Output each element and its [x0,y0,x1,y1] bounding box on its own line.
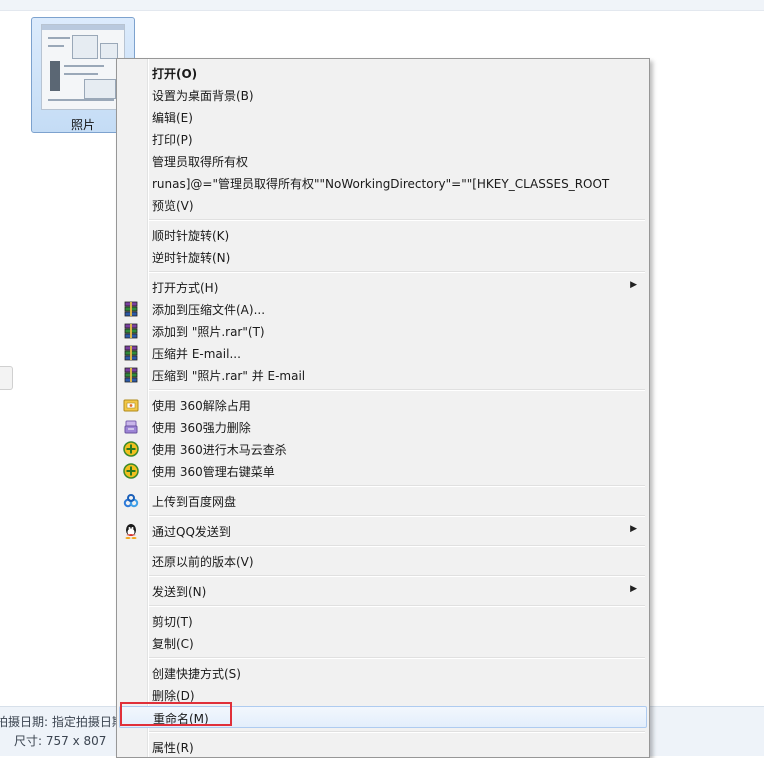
menu-item-entry[interactable]: 打开方式(H) ▶ [119,276,647,298]
submenu-arrow-icon: ▶ [630,524,637,534]
menu-item-rar-e-mail[interactable]: 压缩到 "照片.rar" 并 E-mail [119,364,647,386]
menu-item-label: 剪切(T) [152,615,193,629]
taken-date-field: 拍摄日期: 指定拍摄日期 [0,715,124,729]
menu-item-label: 打开(O) [152,67,198,81]
menu-separator [149,575,645,577]
menu-item-label: 管理员取得所有权 [152,155,249,169]
menu-item-360[interactable]: 使用 360解除占用 [119,394,647,416]
toolbar-strip [0,0,764,11]
menu-item-360[interactable]: 使用 360强力删除 [119,416,647,438]
menu-separator [149,515,645,517]
menu-item-entry[interactable]: 打开(O) [119,62,647,84]
menu-item-label: 设置为桌面背景(B) [152,89,254,103]
360-unlock-icon [123,397,139,413]
menu-item-label: 添加到 "照片.rar"(T) [152,325,265,339]
menu-item-label: 发送到(N) [152,585,207,599]
winrar-icon [123,345,139,361]
menu-separator [149,389,645,391]
menu-separator [149,485,645,487]
annotation-highlight-box [120,702,232,726]
menu-item-entry[interactable]: 预览(V) [119,194,647,216]
menu-item-label: 上传到百度网盘 [152,495,237,509]
menu-separator [149,605,645,607]
menu-separator [149,271,645,273]
menu-item-entry[interactable]: 添加到压缩文件(A)... [119,298,647,320]
menu-item-entry[interactable]: 还原以前的版本(V) [119,550,647,572]
image-thumbnail [41,24,125,110]
360-shred-icon [123,419,139,435]
menu-item-label: 逆时针旋转(N) [152,251,231,265]
menu-item-label: 创建快捷方式(S) [152,667,241,681]
menu-item-entry[interactable]: 顺时针旋转(K) [119,224,647,246]
menu-item-entry[interactable]: 剪切(T) [119,610,647,632]
qq-icon [123,523,139,539]
winrar-icon [123,323,139,339]
menu-item-e-mail[interactable]: 压缩并 E-mail... [119,342,647,364]
baidu-netdisk-icon [123,493,139,509]
context-menu: 打开(O) 设置为桌面背景(B) 编辑(E) 打印(P) 管理员取得所有权 runas]@… [116,58,650,758]
menu-item-label: 复制(C) [152,637,194,651]
menu-item-entry[interactable]: 打印(P) [119,128,647,150]
menu-item-label: 使用 360管理右键菜单 [152,465,275,479]
menu-item-entry[interactable]: 管理员取得所有权 [119,150,647,172]
navigation-pane-splitter[interactable] [0,366,13,390]
winrar-icon [123,301,139,317]
menu-item-label: 使用 360进行木马云查杀 [152,443,287,457]
menu-item-entry[interactable]: 复制(C) [119,632,647,654]
360-menu-icon [123,463,139,479]
menu-item-entry[interactable]: 上传到百度网盘 [119,490,647,512]
menu-item-label: 打开方式(H) [152,281,219,295]
menu-item-label: 预览(V) [152,199,194,213]
menu-item-rar[interactable]: 添加到 "照片.rar"(T) [119,320,647,342]
menu-item-360[interactable]: 使用 360管理右键菜单 [119,460,647,482]
dimensions-field: 尺寸: 757 x 807 [14,734,107,748]
menu-item-label: 使用 360强力删除 [152,421,251,435]
menu-item-label: runas]@="管理员取得所有权""NoWorkingDirectory"="… [152,177,610,191]
360-scan-icon [123,441,139,457]
menu-item-entry[interactable]: 设置为桌面背景(B) [119,84,647,106]
winrar-icon [123,367,139,383]
menu-item-runas-noworkingdirectory-hkey-classes-root[interactable]: runas]@="管理员取得所有权""NoWorkingDirectory"="… [119,172,647,194]
menu-item-entry[interactable]: 编辑(E) [119,106,647,128]
menu-separator [149,731,645,733]
menu-item-label: 通过QQ发送到 [152,525,231,539]
menu-separator [149,657,645,659]
menu-item-entry[interactable]: 逆时针旋转(N) [119,246,647,268]
menu-item-entry[interactable]: 创建快捷方式(S) [119,662,647,684]
menu-item-label: 压缩到 "照片.rar" 并 E-mail [152,369,306,383]
menu-item-label: 压缩并 E-mail... [152,347,241,361]
submenu-arrow-icon: ▶ [630,584,637,594]
menu-item-label: 属性(R) [152,741,194,755]
menu-item-entry[interactable]: 发送到(N) ▶ [119,580,647,602]
submenu-arrow-icon: ▶ [630,280,637,290]
menu-item-label: 打印(P) [152,133,193,147]
menu-item-label: 编辑(E) [152,111,193,125]
menu-item-label: 还原以前的版本(V) [152,555,254,569]
menu-item-label: 使用 360解除占用 [152,399,251,413]
menu-item-label: 添加到压缩文件(A)... [152,303,266,317]
menu-separator [149,219,645,221]
menu-separator [149,545,645,547]
menu-item-360[interactable]: 使用 360进行木马云查杀 [119,438,647,460]
menu-item-label: 顺时针旋转(K) [152,229,230,243]
menu-item-qq[interactable]: 通过QQ发送到 ▶ [119,520,647,542]
